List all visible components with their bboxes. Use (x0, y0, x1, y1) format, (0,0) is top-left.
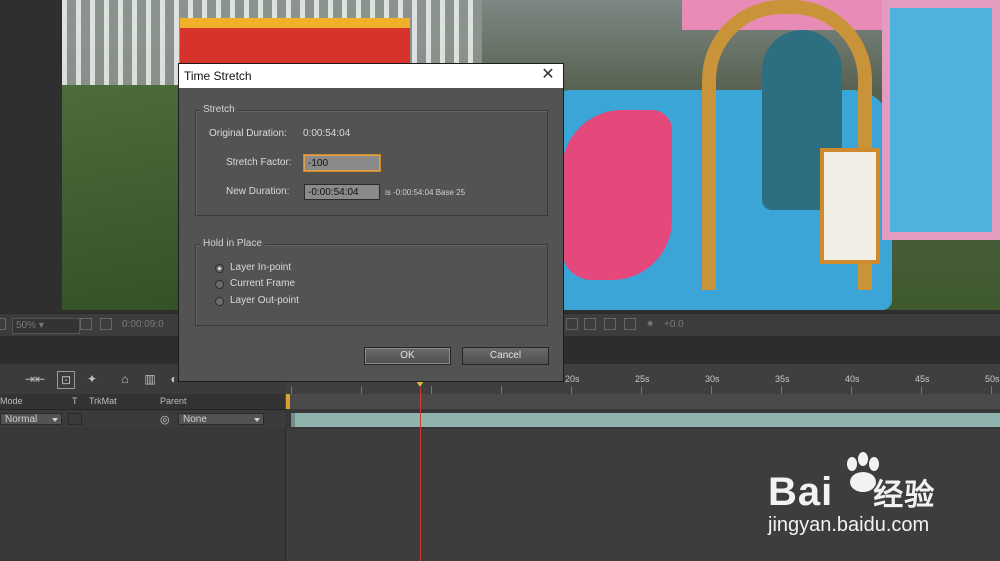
layer-out-point-radio[interactable] (215, 297, 224, 306)
work-area-bar[interactable] (285, 394, 1000, 409)
work-area-start-handle[interactable] (286, 394, 290, 409)
ruler-tick (571, 386, 572, 394)
safe-zones-icon[interactable] (80, 318, 92, 330)
original-duration-label: Original Duration: (209, 128, 287, 139)
pick-whip-icon[interactable]: ◎ (160, 413, 170, 426)
exposure-value[interactable]: +0.0 (664, 318, 684, 332)
ruler-tick (781, 386, 782, 394)
comp-mini-flowchart-icon[interactable]: ⇥⇤ (24, 371, 46, 387)
baidu-jingyan-watermark: Bai 经验 jingyan.baidu.com (766, 452, 966, 542)
frame-blending-icon[interactable]: ⌂ (117, 371, 133, 387)
viewer-timecode[interactable]: 0:00:09:0 (122, 318, 164, 332)
parent-dropdown[interactable]: None (178, 413, 264, 425)
new-duration-note: is -0:00:54:04 Base 25 (385, 188, 466, 197)
hold-in-place-title: Hold in Place (200, 238, 265, 249)
exposure-icon[interactable]: ✷ (646, 318, 654, 332)
preserve-transparency-toggle[interactable] (68, 413, 82, 425)
new-duration-label: New Duration: (226, 186, 290, 197)
close-icon[interactable]: ✕ (539, 66, 557, 84)
channel-icon[interactable] (566, 318, 578, 330)
pink-bow (562, 110, 672, 280)
blue-car-right (882, 0, 1000, 240)
layer-duration-bar[interactable] (291, 413, 1000, 427)
ruler-label: 45s (915, 374, 930, 384)
chevron-down-icon (52, 418, 58, 422)
duck-panel (820, 148, 880, 264)
shy-layers-icon[interactable]: ✦ (84, 371, 100, 387)
ruler-tick (851, 386, 852, 394)
trkmat-column-header[interactable]: TrkMat (89, 396, 117, 406)
layer-in-point-radio[interactable] (215, 264, 224, 273)
layer-in-point-label[interactable]: Layer In-point (230, 262, 291, 273)
stretch-factor-input[interactable] (304, 155, 380, 171)
ruler-tick (431, 386, 432, 394)
ruler-tick (921, 386, 922, 394)
ruler-label: 50s (985, 374, 1000, 384)
t-column-header[interactable]: T (72, 396, 78, 406)
layer-out-point-label[interactable]: Layer Out-point (230, 295, 299, 306)
ruler-tick (641, 386, 642, 394)
parent-column-header[interactable]: Parent (160, 396, 187, 406)
ruler-label: 25s (635, 374, 650, 384)
ruler-tick (291, 386, 292, 394)
ruler-tick (711, 386, 712, 394)
parent-value: None (183, 414, 207, 425)
layer-row[interactable]: Normal ◎ None (0, 411, 285, 428)
ruler-tick (361, 386, 362, 394)
chevron-down-icon (254, 418, 260, 422)
ruler-label: 40s (845, 374, 860, 384)
dialog-titlebar[interactable]: Time Stretch ✕ (179, 64, 563, 88)
region-icon[interactable] (100, 318, 112, 330)
new-duration-input[interactable] (304, 184, 380, 200)
ruler-tick (991, 386, 992, 394)
time-stretch-dialog: Time Stretch ✕ Stretch Original Duration… (178, 63, 564, 382)
flowchart-icon[interactable] (624, 318, 636, 330)
ruler-label: 35s (775, 374, 790, 384)
watermark-brand: Bai 经验 (768, 470, 935, 515)
current-time-indicator-line[interactable] (420, 388, 421, 561)
watermark-brand-text: Bai (768, 470, 834, 514)
motion-blur-icon[interactable]: ▥ (142, 371, 158, 387)
ok-button[interactable]: OK (364, 347, 451, 365)
stretch-group-title: Stretch (200, 104, 238, 115)
mode-dropdown[interactable]: Normal (0, 413, 62, 425)
ruler-tick (501, 386, 502, 394)
watermark-url: jingyan.baidu.com (768, 514, 930, 536)
zoom-dropdown[interactable]: 50% ▾ (12, 318, 80, 334)
grid-icon[interactable] (0, 318, 6, 330)
zoom-value: 50% (16, 320, 37, 331)
layer-column-header: Mode T TrkMat Parent (0, 394, 285, 410)
draft-3d-icon[interactable]: ⊡ (57, 371, 75, 389)
current-frame-label[interactable]: Current Frame (230, 278, 295, 289)
ruler-label: 30s (705, 374, 720, 384)
mode-value: Normal (5, 414, 38, 425)
layer-in-point-handle[interactable] (291, 413, 295, 427)
watermark-suffix: 经验 (873, 479, 936, 512)
current-frame-radio[interactable] (215, 280, 224, 289)
dialog-title: Time Stretch (184, 69, 252, 83)
transparency-grid-icon[interactable] (584, 318, 596, 330)
original-duration-value: 0:00:54:04 (303, 128, 351, 139)
mode-column-header[interactable]: Mode (0, 396, 23, 406)
layer-list-empty-area (0, 429, 286, 561)
ruler-label: 20s (565, 374, 580, 384)
stretch-factor-label: Stretch Factor: (226, 157, 292, 168)
pixel-aspect-icon[interactable] (604, 318, 616, 330)
cancel-button[interactable]: Cancel (462, 347, 549, 365)
